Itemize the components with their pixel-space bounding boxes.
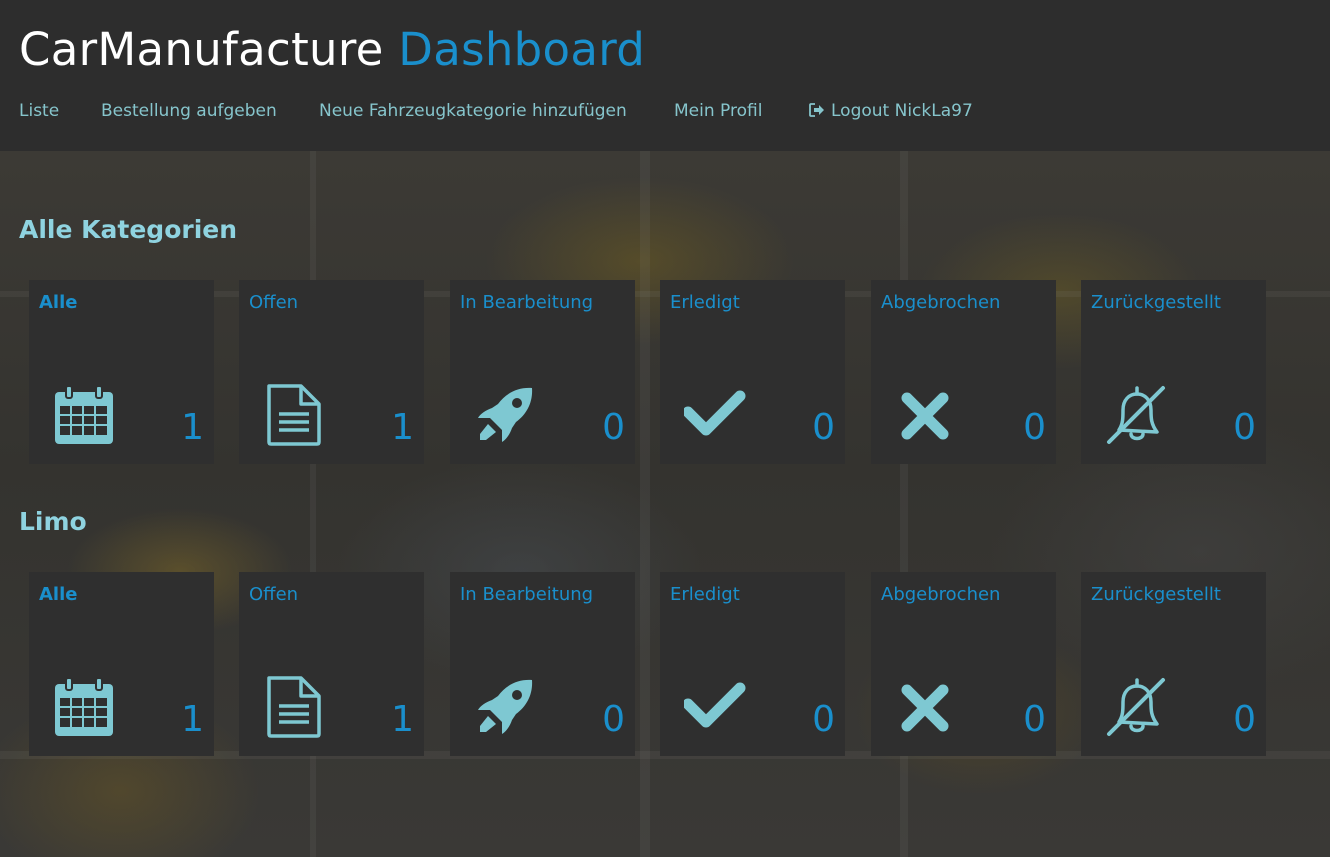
nav-link-logout[interactable]: Logout NickLa97 xyxy=(809,100,973,122)
card-label: Alle xyxy=(39,584,78,605)
status-card-erledigt[interactable]: Erledigt 0 xyxy=(660,280,845,464)
document-icon xyxy=(267,384,321,446)
calendar-icon xyxy=(55,677,113,736)
status-card-zurueckgestellt[interactable]: Zurückgestellt 0 xyxy=(1081,280,1266,464)
status-card-alle[interactable]: Alle 1 xyxy=(29,572,214,756)
sign-out-icon xyxy=(809,103,824,117)
top-header: CarManufacture Dashboard Liste Bestellun… xyxy=(0,0,1330,151)
card-label: Erledigt xyxy=(670,292,740,313)
nav-link-neue-fahrzeugkategorie[interactable]: Neue Fahrzeugkategorie hinzufügen xyxy=(319,100,627,122)
card-count: 0 xyxy=(1023,407,1046,448)
card-count: 0 xyxy=(1023,699,1046,740)
brand-accent-text: Dashboard xyxy=(398,23,646,76)
calendar-icon xyxy=(55,385,113,444)
status-card-abgebrochen[interactable]: Abgebrochen 0 xyxy=(871,572,1056,756)
card-count: 0 xyxy=(1233,407,1256,448)
card-label: Zurückgestellt xyxy=(1091,584,1221,605)
bell-slash-icon xyxy=(1107,678,1165,736)
x-mark-icon xyxy=(901,684,949,732)
calendar-icon xyxy=(55,385,113,444)
check-icon xyxy=(684,390,746,436)
status-card-in-bearbeitung[interactable]: In Bearbeitung 0 xyxy=(450,572,635,756)
rocket-icon xyxy=(478,679,533,734)
calendar-icon xyxy=(55,677,113,736)
brand-title[interactable]: CarManufacture Dashboard xyxy=(19,22,645,78)
section-title-limo: Limo xyxy=(19,507,87,536)
rocket-icon xyxy=(478,387,533,442)
card-count: 1 xyxy=(391,407,414,448)
card-label: Alle xyxy=(39,292,78,313)
card-label: In Bearbeitung xyxy=(460,584,594,605)
card-count: 0 xyxy=(1233,699,1256,740)
check-icon xyxy=(684,390,746,436)
card-count: 1 xyxy=(181,699,204,740)
card-label: Offen xyxy=(249,292,299,313)
card-count: 1 xyxy=(181,407,204,448)
card-count: 1 xyxy=(391,699,414,740)
card-count: 0 xyxy=(602,699,625,740)
bell-slash-icon xyxy=(1107,678,1165,736)
document-icon xyxy=(267,676,321,738)
status-card-abgebrochen[interactable]: Abgebrochen 0 xyxy=(871,280,1056,464)
card-label: Abgebrochen xyxy=(881,292,1001,313)
logout-label: Logout NickLa97 xyxy=(831,101,973,121)
section-title-alle-kategorien: Alle Kategorien xyxy=(19,215,238,244)
card-label: Zurückgestellt xyxy=(1091,292,1221,313)
card-count: 0 xyxy=(812,407,835,448)
card-label: Erledigt xyxy=(670,584,740,605)
brand-main-text: CarManufacture xyxy=(19,23,384,76)
rocket-icon xyxy=(478,387,533,442)
nav-link-liste[interactable]: Liste xyxy=(19,100,59,122)
card-label: In Bearbeitung xyxy=(460,292,594,313)
status-card-zurueckgestellt[interactable]: Zurückgestellt 0 xyxy=(1081,572,1266,756)
check-icon xyxy=(684,682,746,728)
status-card-alle[interactable]: Alle 1 xyxy=(29,280,214,464)
nav-link-mein-profil[interactable]: Mein Profil xyxy=(674,100,762,122)
bell-slash-icon xyxy=(1107,386,1165,444)
card-label: Offen xyxy=(249,584,299,605)
check-icon xyxy=(684,682,746,728)
status-card-offen[interactable]: Offen 1 xyxy=(239,280,424,464)
rocket-icon xyxy=(478,679,533,734)
status-card-in-bearbeitung[interactable]: In Bearbeitung 0 xyxy=(450,280,635,464)
bell-slash-icon xyxy=(1107,386,1165,444)
status-card-erledigt[interactable]: Erledigt 0 xyxy=(660,572,845,756)
card-count: 0 xyxy=(602,407,625,448)
document-icon xyxy=(267,676,321,738)
x-mark-icon xyxy=(901,684,949,732)
document-icon xyxy=(267,384,321,446)
card-label: Abgebrochen xyxy=(881,584,1001,605)
nav-link-bestellung-aufgeben[interactable]: Bestellung aufgeben xyxy=(101,100,277,122)
status-card-offen[interactable]: Offen 1 xyxy=(239,572,424,756)
card-count: 0 xyxy=(812,699,835,740)
x-mark-icon xyxy=(901,392,949,440)
x-mark-icon xyxy=(901,392,949,440)
